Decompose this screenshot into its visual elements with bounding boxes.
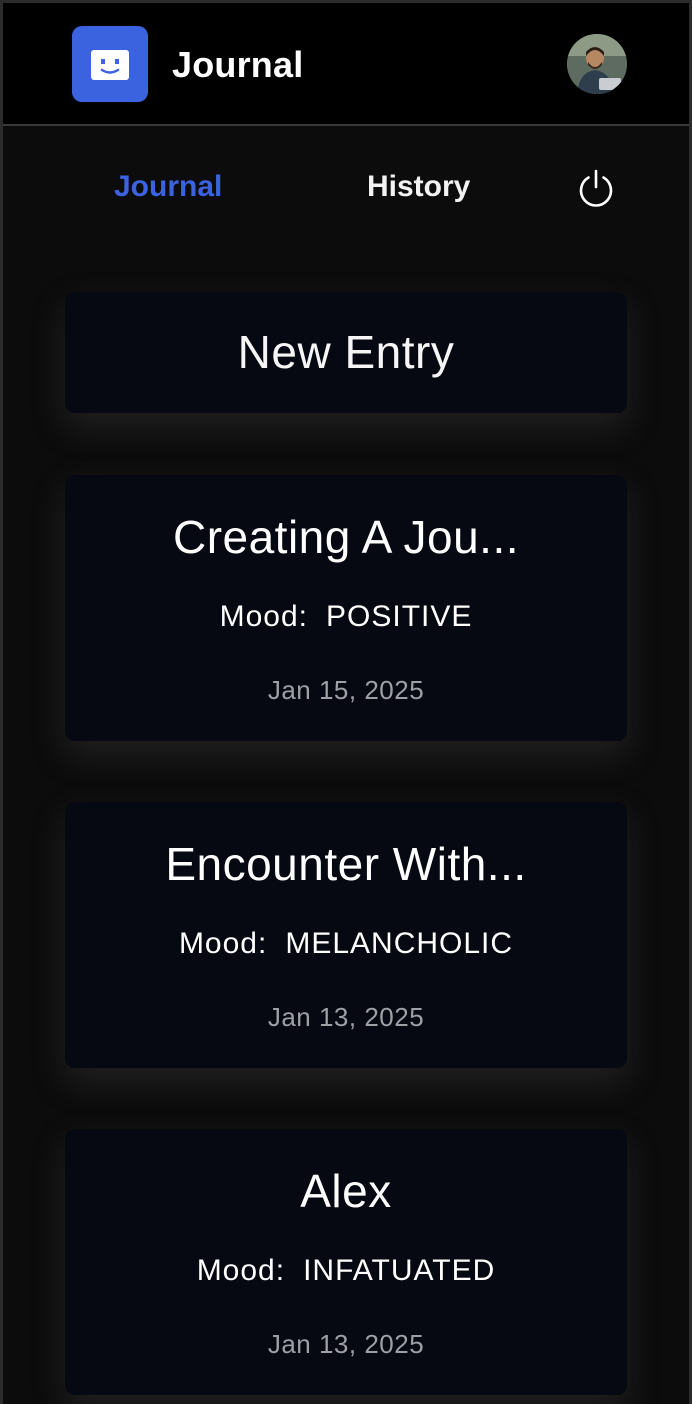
journal-entry-card[interactable]: Alex Mood: INFATUATED Jan 13, 2025 [65,1129,627,1395]
entry-date: Jan 13, 2025 [267,1329,425,1359]
entry-title: Alex [300,1165,392,1217]
user-avatar[interactable] [567,34,627,94]
app-header: Journal [3,3,689,126]
new-entry-button[interactable]: New Entry [65,292,627,413]
entry-mood: Mood: INFATUATED [65,1254,627,1288]
tab-history[interactable]: History [367,169,470,205]
entry-date: Jan 13, 2025 [267,1002,425,1032]
entry-mood: Mood: MELANCHOLIC [65,927,627,961]
journal-entry-card[interactable]: Encounter With... Mood: MELANCHOLIC Jan 1… [65,802,627,1068]
mood-label: Mood: [178,927,268,960]
power-icon[interactable] [576,168,616,208]
smiley-face-icon[interactable] [72,26,148,102]
app-window: Journal Journal History New Entry Creati… [0,0,692,1404]
mood-value: POSITIVE [326,600,473,633]
app-title: Journal [172,44,304,85]
mood-label: Mood: [196,1254,286,1287]
new-entry-label: New Entry [237,326,455,378]
mood-label: Mood: [219,600,308,633]
entry-mood: Mood: POSITIVE [65,600,627,634]
entry-title: Creating A Jou... [172,511,520,563]
journal-entry-card[interactable]: Creating A Jou... Mood: POSITIVE Jan 15, … [65,475,627,741]
mood-value: INFATUATED [303,1254,496,1287]
mood-value: MELANCHOLIC [285,927,514,960]
entry-date: Jan 15, 2025 [267,675,425,705]
tab-journal[interactable]: Journal [114,169,222,205]
entry-title: Encounter With... [165,838,527,890]
